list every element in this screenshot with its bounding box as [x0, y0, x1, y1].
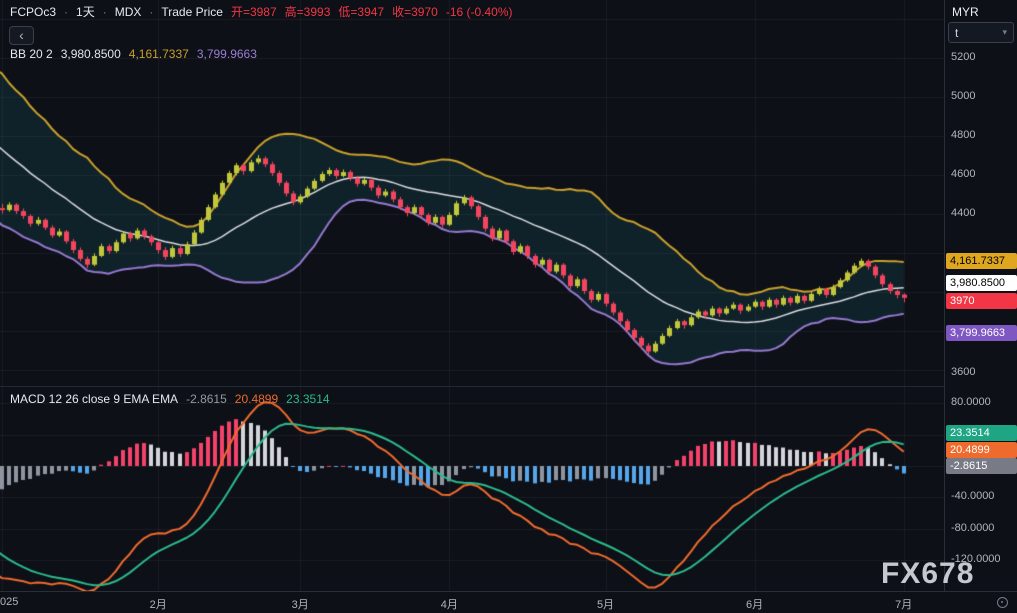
ohlc-low: 低=3947 — [338, 3, 384, 20]
bb-lower-price-label: 3,799.9663 — [946, 325, 1017, 341]
ohlc-open: 开=3987 — [231, 3, 277, 20]
ohlc-high: 高=3993 — [285, 3, 331, 20]
fx678-watermark: FX678 — [881, 557, 974, 591]
price-tick: 5000 — [951, 90, 975, 102]
bb-basis-value: 3,980.8500 — [61, 47, 121, 61]
bb-upper-value: 4,161.7337 — [129, 47, 189, 61]
time-tick: 3月 — [292, 596, 309, 612]
separator-dot: · — [64, 5, 68, 19]
price-tick: 4400 — [951, 207, 975, 219]
bb-basis-price-label: 3,980.8500 — [946, 275, 1017, 291]
unit-dropdown[interactable]: t ▾ — [948, 22, 1014, 43]
time-tick: 025 — [0, 596, 18, 608]
trading-chart-app: FCPOc3 · 1天 · MDX · Trade Price 开=3987 高… — [0, 0, 1017, 613]
bollinger-legend[interactable]: BB 20 2 3,980.8500 4,161.7337 3,799.9663 — [10, 47, 257, 61]
macd-legend[interactable]: MACD 12 26 close 9 EMA EMA -2.8615 20.48… — [10, 392, 330, 406]
price-tick: 4600 — [951, 168, 975, 180]
time-ticks: 025 2月 3月 4月 5月 6月 7月 — [0, 592, 944, 613]
price-axis[interactable]: MYR t ▾ 5200 5000 4800 4600 4400 3600 80.0000 -… — [944, 0, 1017, 591]
currency-selector[interactable]: MYR — [952, 5, 979, 19]
time-tick: 5月 — [597, 596, 614, 612]
settings-gear-icon[interactable] — [997, 597, 1009, 609]
symbol-legend: FCPOc3 · 1天 · MDX · Trade Price 开=3987 高… — [10, 3, 513, 20]
chevron-down-icon: ▾ — [1002, 27, 1007, 38]
change-label: -16 (-0.40%) — [446, 5, 513, 19]
chevron-left-icon: ‹ — [19, 27, 24, 43]
back-button[interactable]: ‹ — [9, 26, 34, 45]
pane-divider[interactable] — [0, 386, 944, 387]
symbol-name[interactable]: FCPOc3 — [10, 5, 56, 19]
macd-hist-value-label: -2.8615 — [946, 458, 1017, 474]
time-tick: 4月 — [441, 596, 458, 612]
macd-signal-value-label: 23.3514 — [946, 425, 1017, 441]
macd-title: MACD 12 26 close 9 EMA EMA — [10, 392, 178, 406]
bb-upper-price-label: 4,161.7337 — [946, 253, 1017, 269]
price-tick: 4800 — [951, 129, 975, 141]
ohlc-close: 收=3970 — [392, 3, 438, 20]
price-tick: 5200 — [951, 51, 975, 63]
exchange-label: MDX — [115, 5, 142, 19]
separator-dot: · — [149, 5, 153, 19]
macd-line-value-label: 20.4899 — [946, 442, 1017, 458]
unit-value: t — [955, 26, 958, 40]
bb-lower-value: 3,799.9663 — [197, 47, 257, 61]
macd-tick: -40.0000 — [951, 490, 994, 502]
chart-area[interactable]: FCPOc3 · 1天 · MDX · Trade Price 开=3987 高… — [0, 0, 944, 591]
series-type-label: Trade Price — [161, 5, 223, 19]
interval-label[interactable]: 1天 — [76, 3, 95, 20]
macd-chart-canvas[interactable] — [0, 386, 944, 591]
time-tick: 2月 — [150, 596, 167, 612]
macd-tick: 80.0000 — [951, 396, 991, 408]
last-price-label: 3970 — [946, 293, 1017, 309]
separator-dot: · — [103, 5, 107, 19]
macd-hist-value: -2.8615 — [186, 392, 227, 406]
macd-signal-value: 23.3514 — [286, 392, 329, 406]
price-tick: 3600 — [951, 366, 975, 378]
time-tick: 7月 — [895, 596, 912, 612]
bb-title: BB 20 2 — [10, 47, 53, 61]
macd-line-value: 20.4899 — [235, 392, 278, 406]
time-tick: 6月 — [746, 596, 763, 612]
time-axis[interactable]: 025 2月 3月 4月 5月 6月 7月 — [0, 591, 1017, 613]
macd-tick: -80.0000 — [951, 522, 994, 534]
